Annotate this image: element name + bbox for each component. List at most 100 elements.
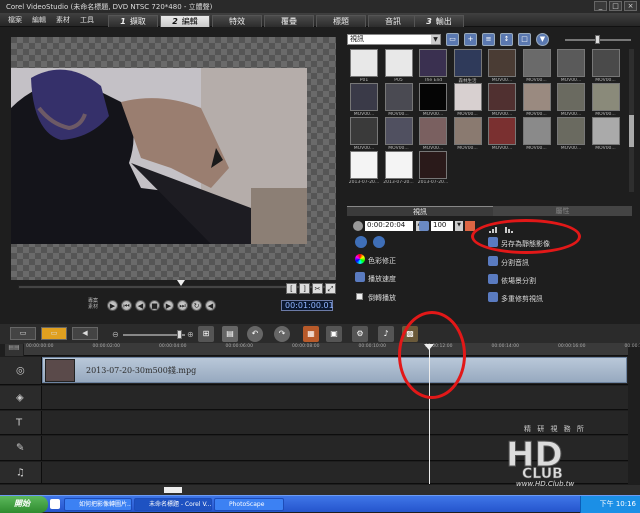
next-frame-icon[interactable]: ▶ <box>163 300 174 311</box>
timeline-hscroll-thumb[interactable] <box>164 487 182 493</box>
add-media-icon[interactable]: + <box>464 33 477 46</box>
color-correct-button[interactable]: 色彩修正 <box>368 256 396 266</box>
library-thumbnail[interactable] <box>419 49 447 77</box>
zoom-knob[interactable] <box>177 330 182 339</box>
timeline-ruler[interactable]: 00:00:00:0000:00:02:0000:00:04:0000:00:0… <box>24 343 628 356</box>
volume-field[interactable]: 100 <box>431 221 453 231</box>
library-thumbnail[interactable] <box>454 49 482 77</box>
library-thumbnail[interactable] <box>419 117 447 145</box>
quicklaunch-icon[interactable] <box>50 499 60 509</box>
library-thumbnail[interactable] <box>592 83 620 111</box>
volume-icon[interactable]: ◀ <box>205 300 216 311</box>
library-thumbnail[interactable] <box>419 83 447 111</box>
library-manager-icon[interactable]: ≡ <box>482 33 495 46</box>
expand-icon[interactable]: ▼ <box>536 33 549 46</box>
library-thumbnail[interactable] <box>350 151 378 179</box>
record-capture-icon[interactable]: ⚙ <box>352 326 368 342</box>
task-photoscape[interactable]: PhotoScape <box>214 498 284 511</box>
step-share[interactable]: 3輸出 <box>414 15 464 27</box>
library-thumbnail[interactable] <box>419 151 447 179</box>
play-icon[interactable]: ▶ <box>107 300 118 311</box>
duration-field[interactable]: 0:00:20:04 <box>365 221 413 231</box>
track-toggle[interactable]: ▤▤ <box>5 344 23 356</box>
menu-tools[interactable]: 工具 <box>80 15 94 25</box>
timeline-view-icon[interactable]: ▭ <box>41 327 67 340</box>
volume-dropdown[interactable]: ▼ <box>455 221 463 231</box>
smart-proxy-icon[interactable]: ▦ <box>303 326 319 342</box>
home-icon[interactable]: ⏮ <box>121 300 132 311</box>
zoom-in-icon[interactable]: ⊕ <box>187 330 194 339</box>
library-category-dropdown[interactable]: 視訊▼ <box>347 34 441 45</box>
multi-trim-video-button[interactable]: 多重修剪視訊 <box>501 294 543 304</box>
start-button[interactable]: 開始 <box>0 496 48 513</box>
library-thumbnail[interactable] <box>523 117 551 145</box>
library-scroll-thumb[interactable] <box>629 115 634 147</box>
step-effect[interactable]: 特效 <box>212 15 262 27</box>
previous-frame-icon[interactable]: ◀ <box>135 300 146 311</box>
library-thumbnail[interactable] <box>557 117 585 145</box>
mark-in-button[interactable]: [ <box>286 283 297 294</box>
library-thumbnail[interactable] <box>488 49 516 77</box>
tab-attribute[interactable]: 屬性 <box>493 206 632 216</box>
tab-video[interactable]: 視訊 <box>347 206 493 216</box>
library-thumbnail[interactable] <box>350 117 378 145</box>
end-icon[interactable]: ⏭ <box>177 300 188 311</box>
library-thumbnail[interactable] <box>454 117 482 145</box>
mix-audio-icon[interactable]: ♪ <box>378 326 394 342</box>
minimize-button[interactable]: _ <box>594 1 607 11</box>
step-capture[interactable]: 1擷取 <box>108 15 158 27</box>
zoom-slider[interactable] <box>123 334 185 336</box>
step-title[interactable]: 標題 <box>316 15 366 27</box>
clock[interactable]: 下午 10:16 <box>600 500 636 508</box>
close-button[interactable]: × <box>624 1 637 11</box>
audio-view-icon[interactable]: ◀ <box>72 327 98 340</box>
thumbnail-size-knob[interactable] <box>595 35 600 44</box>
library-thumbnail[interactable] <box>557 83 585 111</box>
reverse-checkbox[interactable] <box>356 293 363 300</box>
step-edit[interactable]: 2編輯 <box>160 15 210 27</box>
task-videostudio[interactable]: 未命名標題 - Corel V... <box>134 498 212 511</box>
fit-project-icon[interactable]: ⊞ <box>198 326 214 342</box>
library-thumbnail[interactable] <box>592 49 620 77</box>
split-clip-button[interactable]: ✂ <box>312 283 323 294</box>
fade-in-icon[interactable] <box>355 236 367 248</box>
mark-out-button[interactable]: ] <box>299 283 310 294</box>
maximize-button[interactable]: □ <box>609 1 622 11</box>
task-browser[interactable]: 如何把影像轉圖片... <box>64 498 132 511</box>
library-thumbnail[interactable] <box>350 83 378 111</box>
split-by-scene-button[interactable]: 依場景分割 <box>501 276 536 286</box>
enlarge-preview-button[interactable]: ⤢ <box>325 283 336 294</box>
library-thumbnail[interactable] <box>488 83 516 111</box>
library-thumbnail[interactable] <box>523 83 551 111</box>
step-audio[interactable]: 音訊 <box>368 15 418 27</box>
playback-speed-button[interactable]: 播放速度 <box>368 274 396 284</box>
library-thumbnail[interactable] <box>523 49 551 77</box>
library-thumbnail[interactable] <box>557 49 585 77</box>
library-thumbnail[interactable] <box>385 117 413 145</box>
storyboard-view-icon[interactable]: ▭ <box>10 327 36 340</box>
undo-icon[interactable]: ↶ <box>247 326 263 342</box>
menu-edit[interactable]: 編輯 <box>32 15 46 25</box>
library-thumbnail[interactable] <box>385 151 413 179</box>
stop-icon[interactable]: ■ <box>149 300 160 311</box>
library-thumbnail[interactable] <box>454 83 482 111</box>
batch-convert-icon[interactable]: ▣ <box>326 326 342 342</box>
project-clip-labels[interactable]: 專案素材 <box>88 298 98 310</box>
insert-media-icon[interactable]: ▤ <box>222 326 238 342</box>
step-overlay[interactable]: 覆疊 <box>264 15 314 27</box>
menu-file[interactable]: 檔案 <box>8 15 22 25</box>
fade-out-icon[interactable] <box>373 236 385 248</box>
split-audio-button[interactable]: 分割音訊 <box>501 258 529 268</box>
timecode-display[interactable]: 00:01:00.01 <box>281 300 333 311</box>
folder-icon[interactable]: ▭ <box>446 33 459 46</box>
zoom-out-icon[interactable]: ⊖ <box>112 330 119 339</box>
repeat-icon[interactable]: ↻ <box>191 300 202 311</box>
library-thumbnail[interactable] <box>350 49 378 77</box>
library-thumbnail[interactable] <box>488 117 516 145</box>
sort-icon[interactable]: ↕ <box>500 33 513 46</box>
library-thumbnail[interactable] <box>385 83 413 111</box>
library-thumbnail[interactable] <box>592 117 620 145</box>
options-icon[interactable]: □ <box>518 33 531 46</box>
redo-icon[interactable]: ↷ <box>274 326 290 342</box>
library-thumbnail[interactable] <box>385 49 413 77</box>
